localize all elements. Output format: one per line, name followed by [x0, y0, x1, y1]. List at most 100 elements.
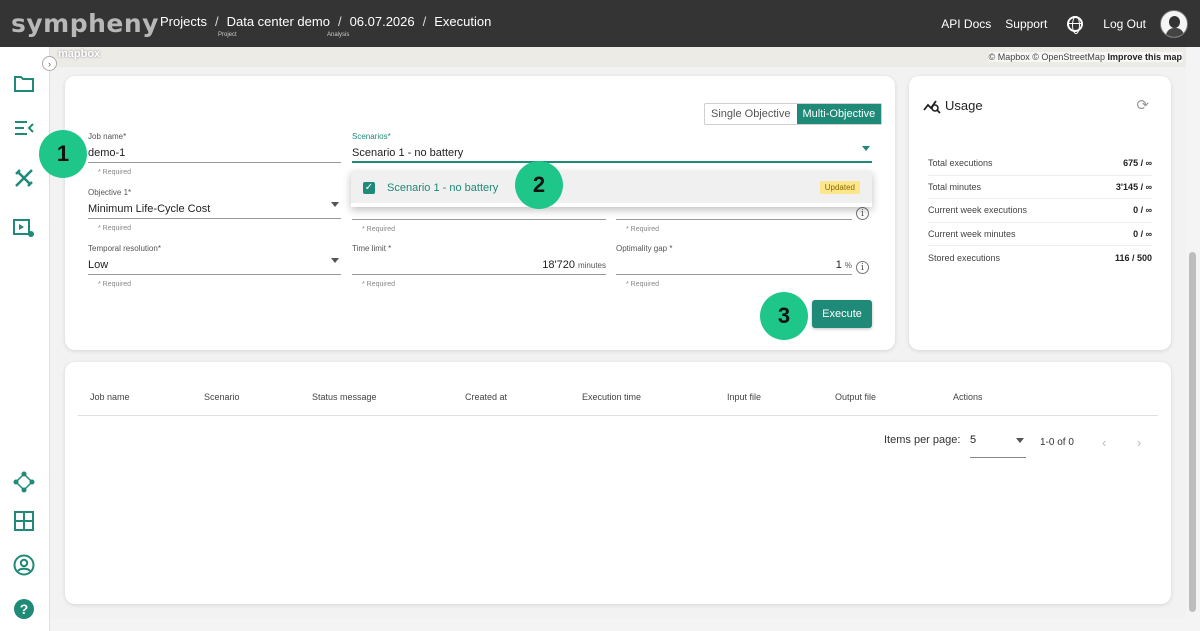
usage-row-value: 0 / ∞	[1133, 228, 1152, 239]
user-avatar[interactable]	[1160, 9, 1188, 38]
scenarios-select[interactable]: Scenario 1 - no battery	[352, 147, 872, 163]
scenario-option[interactable]: ✓ Scenario 1 - no battery Updated	[351, 171, 872, 203]
map-attribution: © Mapbox © OpenStreetMap Improve this ma…	[988, 52, 1182, 62]
optimality-gap-field: Optimality gap * 1% * Required	[616, 244, 852, 288]
temporal-resolution-field: Temporal resolution* Low * Required	[88, 244, 341, 288]
usage-row-label: Current week executions	[928, 205, 1028, 216]
api-docs-link[interactable]: API Docs	[941, 17, 991, 31]
optimality-gap-value: 1	[835, 259, 842, 271]
map-attribution-text[interactable]: © Mapbox © OpenStreetMap	[989, 52, 1105, 62]
optimality-gap-unit: %	[844, 261, 852, 270]
folder-icon[interactable]	[12, 71, 36, 95]
scenarios-label: Scenarios*	[352, 132, 391, 141]
usage-card: Usage ⟳ Total executions 675 / ∞ Total mi…	[909, 76, 1171, 350]
breadcrumb-analysis-sublabel: Analysis	[327, 32, 350, 38]
time-limit-field: Time limit * 18'720 minutes * Required	[352, 244, 606, 288]
step-marker-3: 3	[760, 292, 808, 340]
execution-settings-icon[interactable]	[12, 216, 36, 240]
checkbox-checked-icon[interactable]: ✓	[363, 182, 375, 194]
items-per-page-label: Items per page:	[884, 434, 961, 446]
help-icon[interactable]: ?	[12, 597, 36, 621]
objective3-hint: * Required	[626, 226, 660, 233]
column-header-created-at[interactable]: Created at	[465, 392, 507, 402]
temporal-resolution-chevron-down-icon[interactable]	[331, 258, 339, 263]
job-name-input[interactable]: demo-1	[88, 147, 341, 163]
breadcrumb: Projects / Data center demo / 06.07.2026…	[160, 14, 499, 29]
column-header-status-message[interactable]: Status message	[312, 392, 377, 402]
job-name-field: Job name* demo-1 * Required	[88, 132, 341, 176]
breadcrumb-project[interactable]: Data center demo	[227, 14, 330, 29]
scenarios-chevron-down-icon[interactable]	[862, 146, 870, 151]
table-header: Job name Scenario Status message Created…	[78, 386, 1158, 416]
usage-row-label: Total minutes	[928, 181, 982, 192]
account-icon[interactable]	[12, 553, 36, 577]
language-globe-icon[interactable]	[1067, 15, 1084, 34]
column-header-actions: Actions	[953, 392, 983, 402]
usage-row-value: 675 / ∞	[1123, 158, 1152, 169]
job-name-hint: * Required	[98, 169, 132, 176]
usage-row: Stored executions 116 / 500	[928, 246, 1152, 270]
dashboard-icon[interactable]	[12, 509, 36, 533]
column-header-execution-time[interactable]: Execution time	[582, 392, 641, 402]
usage-title: Usage	[945, 98, 983, 113]
items-per-page-select[interactable]: 5	[970, 434, 1026, 458]
list-collapse-icon[interactable]	[12, 116, 36, 140]
column-header-input-file[interactable]: Input file	[727, 392, 761, 402]
time-limit-label: Time limit *	[352, 244, 392, 253]
map-strip[interactable]: mapbox © Mapbox © OpenStreetMap Improve …	[50, 47, 1186, 67]
scenarios-field: Scenarios* Scenario 1 - no battery	[352, 132, 872, 163]
scenarios-dropdown-panel: ✓ Scenario 1 - no battery Updated	[351, 171, 872, 207]
svg-text:?: ?	[20, 601, 29, 617]
execute-button[interactable]: Execute	[812, 300, 872, 328]
usage-row-label: Stored executions	[928, 252, 1001, 263]
temporal-resolution-label: Temporal resolution*	[88, 244, 161, 253]
breadcrumb-project-sublabel: Project	[218, 32, 237, 38]
usage-row: Current week executions 0 / ∞	[928, 199, 1152, 223]
logout-link[interactable]: Log Out	[1103, 17, 1146, 31]
time-limit-value: 18'720	[542, 259, 575, 271]
vertical-scrollbar[interactable]	[1186, 47, 1200, 631]
items-per-page-chevron-down-icon[interactable]	[1016, 438, 1024, 443]
temporal-resolution-hint: * Required	[98, 281, 132, 288]
previous-page-icon[interactable]: ‹	[1102, 435, 1106, 450]
sidebar-expand-button[interactable]: ›	[42, 56, 57, 71]
vertical-scrollbar-thumb[interactable]	[1189, 252, 1196, 612]
next-page-icon[interactable]: ›	[1137, 435, 1141, 450]
refresh-icon[interactable]: ⟳	[1136, 96, 1149, 114]
single-objective-option[interactable]: Single Objective	[705, 104, 797, 124]
network-icon[interactable]	[12, 470, 36, 494]
breadcrumb-projects[interactable]: Projects	[160, 14, 207, 29]
column-header-scenario[interactable]: Scenario	[204, 392, 240, 402]
breadcrumb-analysis-label: 06.07.2026	[349, 14, 415, 29]
optimality-gap-hint: * Required	[626, 281, 660, 288]
tools-icon[interactable]	[12, 166, 36, 190]
optimality-gap-label: Optimality gap *	[616, 244, 673, 253]
usage-row: Total minutes 3'145 / ∞	[928, 176, 1152, 199]
improve-map-link[interactable]: Improve this map	[1107, 52, 1182, 62]
optimality-gap-input[interactable]: 1%	[616, 259, 852, 275]
support-link[interactable]: Support	[1005, 17, 1047, 31]
items-per-page-value: 5	[970, 434, 977, 446]
multi-objective-option[interactable]: Multi-Objective	[796, 104, 882, 124]
time-limit-input[interactable]: 18'720 minutes	[352, 259, 606, 275]
objective3-info-icon[interactable]: i	[856, 207, 869, 220]
objective1-select[interactable]: Minimum Life-Cycle Cost	[88, 203, 341, 219]
usage-list: Total executions 675 / ∞ Total minutes 3'1…	[928, 152, 1152, 270]
step-marker-1: 1	[39, 130, 87, 178]
objective2-hint: * Required	[362, 226, 396, 233]
step-marker-2: 2	[515, 161, 563, 209]
executions-table-card: Job name Scenario Status message Created…	[65, 362, 1171, 604]
app-logo[interactable]: sympheny	[11, 9, 159, 38]
usage-chart-icon	[923, 100, 941, 114]
horizontal-scrollbar[interactable]	[50, 618, 1186, 631]
breadcrumb-page: Execution	[434, 14, 492, 29]
temporal-resolution-select[interactable]: Low	[88, 259, 341, 275]
job-name-label: Job name*	[88, 132, 127, 141]
column-header-output-file[interactable]: Output file	[835, 392, 876, 402]
objective1-hint: * Required	[98, 225, 132, 232]
breadcrumb-analysis[interactable]: 06.07.2026	[350, 14, 415, 29]
time-limit-hint: * Required	[362, 281, 396, 288]
objective1-chevron-down-icon[interactable]	[331, 202, 339, 207]
column-header-job-name[interactable]: Job name	[90, 392, 130, 402]
optimality-gap-info-icon[interactable]: i	[856, 261, 869, 274]
